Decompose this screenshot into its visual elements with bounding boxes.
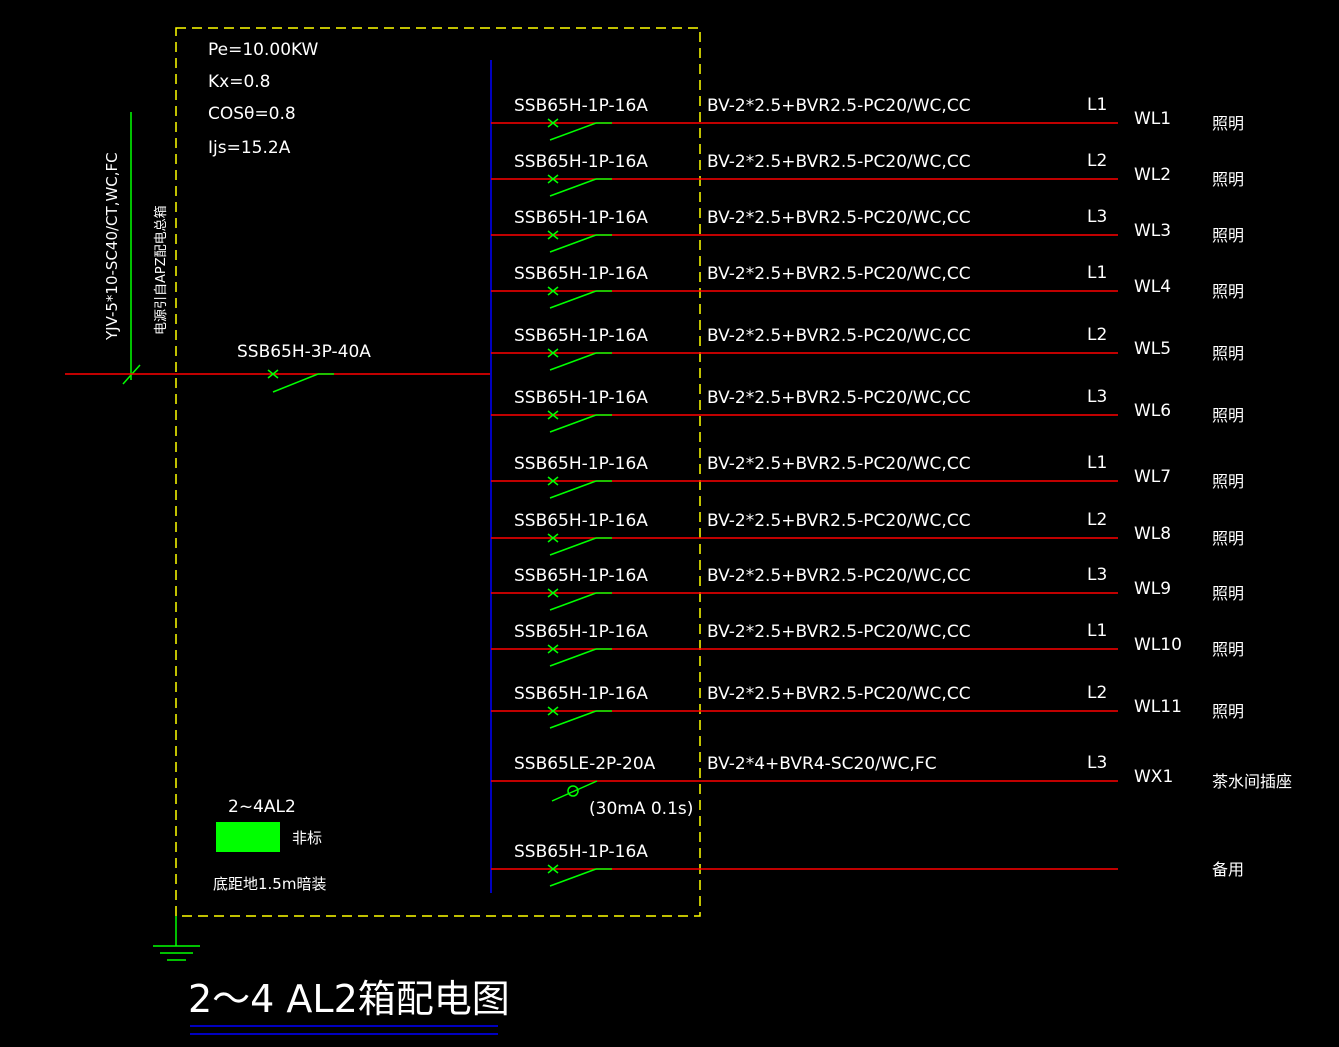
distribution-diagram: Pe=10.00KW Kx=0.8 COSθ=0.8 Ijs=15.2A YJV… [65,27,1292,1035]
load-label: 照明 [1212,584,1244,603]
load-label: 照明 [1212,472,1244,491]
param-cos: COSθ=0.8 [208,104,296,124]
load-label: 茶水间插座 [1212,772,1292,791]
cable-label: BV-2*2.5+BVR2.5-PC20/WC,CC [707,454,971,474]
phase-label: L1 [1087,263,1107,283]
cable-label: BV-2*2.5+BVR2.5-PC20/WC,CC [707,326,971,346]
load-label: 照明 [1212,282,1244,301]
load-label: 照明 [1212,406,1244,425]
circuit-id: WL7 [1134,467,1171,487]
phase-label: L1 [1087,453,1107,473]
legend-type: 非标 [292,829,322,847]
circuit-row [491,864,1118,887]
cable-label: BV-2*2.5+BVR2.5-PC20/WC,CC [707,684,971,704]
circuit-row [491,644,1118,667]
load-label: 照明 [1212,702,1244,721]
incoming-source-label: 电源引自APZ配电总箱 [153,205,169,335]
cable-label: BV-2*2.5+BVR2.5-PC20/WC,CC [707,388,971,408]
cable-label: BV-2*2.5+BVR2.5-PC20/WC,CC [707,208,971,228]
breaker-label: SSB65H-1P-16A [514,208,648,228]
load-label: 照明 [1212,529,1244,548]
load-label: 照明 [1212,344,1244,363]
breaker-label: SSB65H-1P-16A [514,326,648,346]
circuit-row [491,118,1118,141]
circuit-row [491,174,1118,197]
breaker-label: SSB65H-1P-16A [514,511,648,531]
circuit-id: WL1 [1134,109,1171,129]
cable-label: BV-2*2.5+BVR2.5-PC20/WC,CC [707,622,971,642]
breaker-label: SSB65H-1P-16A [514,264,648,284]
phase-label: L2 [1087,683,1107,703]
breaker-label: SSB65H-1P-16A [514,566,648,586]
phase-label: L3 [1087,207,1107,227]
phase-label: L3 [1087,753,1107,773]
load-label: 照明 [1212,170,1244,189]
circuit-id: WL9 [1134,579,1171,599]
legend-label: 2~4AL2 [228,797,296,817]
rcd-note: (30mA 0.1s) [589,799,693,819]
breaker-label: SSB65H-1P-16A [514,842,648,862]
cable-label: BV-2*2.5+BVR2.5-PC20/WC,CC [707,264,971,284]
phase-label: L3 [1087,565,1107,585]
legend-mount: 底距地1.5m暗装 [213,875,326,893]
circuit-row [491,348,1118,371]
breaker-label: SSB65LE-2P-20A [514,754,656,774]
param-ijs: Ijs=15.2A [208,138,291,158]
circuit-id: WL6 [1134,401,1171,421]
breaker-label: SSB65H-1P-16A [514,96,648,116]
phase-label: L1 [1087,621,1107,641]
load-label: 照明 [1212,226,1244,245]
circuit-group: SSB65H-1P-16A BV-2*2.5+BVR2.5-PC20/WC,CC L… [491,95,1292,887]
breaker-label: SSB65H-1P-16A [514,454,648,474]
circuit-id: WL3 [1134,221,1171,241]
circuit-id: WL11 [1134,697,1182,717]
circuit-row [491,410,1118,433]
circuit-id: WL8 [1134,524,1171,544]
circuit-id: WL10 [1134,635,1182,655]
phase-label: L1 [1087,95,1107,115]
legend-box-symbol [216,822,280,852]
breaker-label: SSB65H-1P-16A [514,388,648,408]
circuit-row [491,780,1118,802]
ground-symbol [153,916,200,961]
cable-label: BV-2*4+BVR4-SC20/WC,FC [707,754,937,774]
phase-label: L3 [1087,387,1107,407]
cable-label: BV-2*2.5+BVR2.5-PC20/WC,CC [707,96,971,116]
circuit-row [491,588,1118,611]
breaker-blade [551,780,598,802]
breaker-label: SSB65H-1P-16A [514,622,648,642]
phase-label: L2 [1087,510,1107,530]
load-label: 备用 [1212,860,1244,879]
circuit-row [491,286,1118,309]
main-breaker-label: SSB65H-3P-40A [237,342,371,362]
load-label: 照明 [1212,114,1244,133]
circuit-row [491,533,1118,556]
circuit-row [491,230,1118,253]
phase-label: L2 [1087,151,1107,171]
incoming-cable-label: YJV-5*10-SC40/CT,WC,FC [103,152,121,341]
load-label: 照明 [1212,640,1244,659]
breaker-label: SSB65H-1P-16A [514,684,648,704]
diagram-title: 2～4 AL2箱配电图 [188,977,510,1021]
breaker-label: SSB65H-1P-16A [514,152,648,172]
circuit-row [491,476,1118,499]
circuit-id: WL2 [1134,165,1171,185]
param-kx: Kx=0.8 [208,72,271,92]
cable-label: BV-2*2.5+BVR2.5-PC20/WC,CC [707,511,971,531]
param-pe: Pe=10.00KW [208,40,319,60]
circuit-id: WL4 [1134,277,1171,297]
circuit-row [491,706,1118,729]
circuit-id: WL5 [1134,339,1171,359]
cable-label: BV-2*2.5+BVR2.5-PC20/WC,CC [707,152,971,172]
cable-label: BV-2*2.5+BVR2.5-PC20/WC,CC [707,566,971,586]
phase-label: L2 [1087,325,1107,345]
circuit-id: WX1 [1134,767,1173,787]
